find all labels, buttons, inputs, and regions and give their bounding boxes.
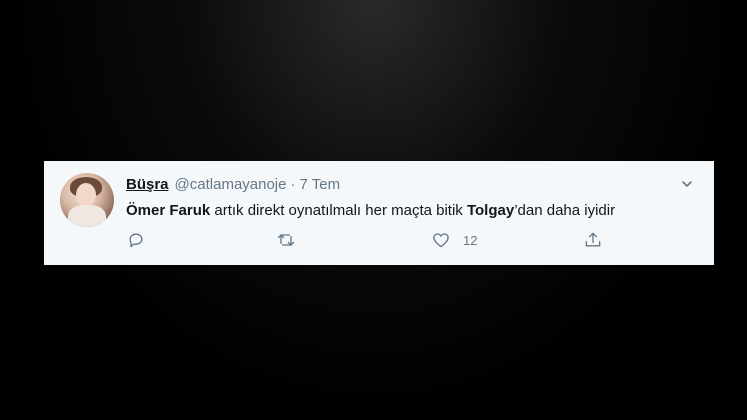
mention-tolgay: Tolgay [466, 202, 515, 219]
tweet-text-segment: artık direkt oynatılmalı her maçta bitik [210, 202, 467, 219]
separator-dot: · [290, 176, 296, 193]
share-button[interactable] [583, 228, 603, 252]
heart-icon [433, 233, 449, 248]
avatar[interactable] [60, 173, 114, 227]
like-button[interactable]: 12 [431, 228, 477, 252]
tweet-text-segment: ’dan daha iyidir [514, 202, 616, 219]
user-handle[interactable]: @catlamayanoje [175, 176, 287, 193]
tweet-text: Ömer Faruk artık direkt oynatılmalı her … [126, 202, 615, 219]
retweet-icon [277, 234, 295, 246]
mention-omer-faruk: Ömer Faruk [126, 202, 211, 219]
retweet-button[interactable] [276, 228, 296, 252]
chevron-down-icon[interactable] [680, 177, 694, 191]
like-count: 12 [463, 232, 478, 248]
share-icon [585, 232, 601, 247]
display-name[interactable]: Büşra [126, 176, 169, 193]
reply-button[interactable] [126, 228, 146, 252]
reply-icon [129, 233, 143, 248]
tweet-card[interactable]: Büşra @catlamayanoje · 7 Tem Ömer Faruk art… [44, 161, 714, 265]
tweet-date[interactable]: 7 Tem [299, 176, 340, 193]
tweet-actions: 12 [126, 228, 626, 252]
tweet-header: Büşra @catlamayanoje · 7 Tem [126, 176, 340, 193]
